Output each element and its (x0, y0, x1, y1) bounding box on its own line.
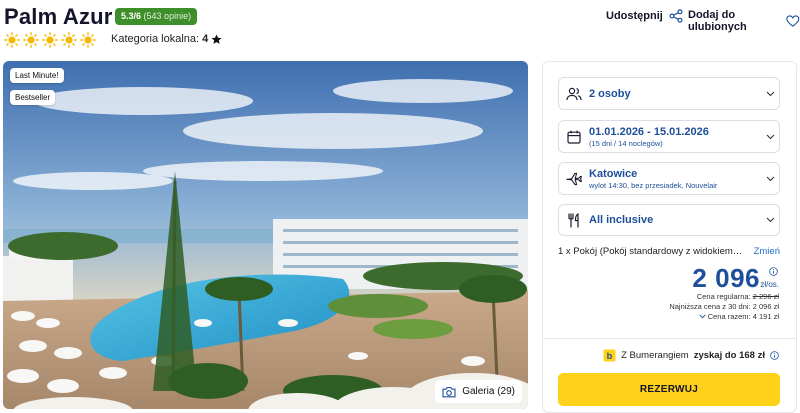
star-icon (211, 34, 222, 44)
favorite-label: Dodaj do ulubionych (688, 9, 747, 33)
booking-panel: 2 osoby 01.01.2026 - 15.01.2026 (15 dni … (542, 61, 797, 413)
total-price-value: 4 191 zł (752, 312, 779, 321)
lowest-price-label: Najniższa cena z 30 dni: (669, 302, 751, 311)
persons-select[interactable]: 2 osoby (558, 77, 780, 110)
bumerang-bonus: zyskaj do 168 zł (693, 350, 765, 361)
cutlery-icon (568, 212, 579, 228)
share-label: Udostępnij (606, 10, 663, 22)
local-category-label: Kategoria lokalna: (111, 33, 200, 45)
price-per-person: 2 096 (692, 263, 760, 293)
info-icon[interactable] (770, 351, 779, 360)
dates-select[interactable]: 01.01.2026 - 15.01.2026 (15 dni / 14 noc… (558, 120, 780, 153)
bestseller-tag: Bestseller (10, 90, 56, 105)
sun-icon (23, 32, 39, 48)
departure-select[interactable]: Katowice wylot 14:30, bez przesiadek, No… (558, 162, 780, 195)
price-unit: zł/os. (760, 280, 779, 289)
gallery-button[interactable]: Galeria (29) (435, 380, 522, 403)
rating-badge[interactable]: 5.3/6 (543 opinie) (115, 8, 198, 25)
regular-price-label: Cena regularna: (696, 292, 751, 301)
board-value: All inclusive (589, 214, 654, 226)
chevron-down-icon (766, 217, 774, 223)
sun-icon (61, 32, 77, 48)
svg-text:b: b (607, 351, 613, 361)
hotel-title: Palm Azur (4, 4, 113, 29)
panel-divider (543, 338, 796, 339)
total-price-label: Cena razem: (707, 312, 751, 321)
departure-value: Katowice (589, 167, 638, 180)
dates-value: 01.01.2026 - 15.01.2026 (589, 125, 709, 138)
sun-icon (42, 32, 58, 48)
camera-icon (442, 386, 456, 397)
persons-value: 2 osoby (589, 87, 631, 100)
bumerang-info: b Z Bumerangiem zyskaj do 168 zł (603, 349, 779, 362)
gallery-label: Galeria (29) (462, 386, 515, 397)
hotel-photo[interactable]: Last Minute! Bestseller Galeria (29) (3, 61, 528, 409)
dates-sub: (15 dni / 14 noclegów) (589, 138, 663, 148)
local-category: Kategoria lokalna: 4 (111, 33, 222, 45)
sun-rating (4, 32, 96, 48)
users-icon (566, 87, 582, 100)
bumerang-logo-icon: b (603, 349, 616, 362)
local-category-value: 4 (202, 33, 209, 45)
room-line: 1 x Pokój (Pokój standardowy z widokiem … (558, 246, 780, 257)
last-minute-tag: Last Minute! (10, 68, 64, 83)
sun-icon (80, 32, 96, 48)
regular-price-line: Cena regularna: 2 296 zł (697, 292, 779, 301)
calendar-icon (567, 130, 581, 144)
board-select[interactable]: All inclusive (558, 204, 780, 236)
plane-icon (566, 172, 582, 185)
rating-score: 5.3/6 (121, 11, 142, 21)
chevron-down-icon (766, 176, 774, 181)
chevron-down-icon (766, 91, 774, 96)
lowest-price-line: Najniższa cena z 30 dni: 2 096 zł (669, 302, 779, 311)
reserve-button[interactable]: REZERWUJ (558, 373, 780, 406)
hotel-photo-image (3, 61, 528, 409)
sun-icon (4, 32, 20, 48)
heart-icon (786, 15, 800, 27)
favorite-button[interactable]: Dodaj do ulubionych (688, 9, 800, 33)
info-icon[interactable] (769, 267, 778, 276)
room-description: 1 x Pokój (Pokój standardowy z widokiem … (558, 246, 743, 257)
share-button[interactable]: Udostępnij (606, 9, 683, 23)
total-price-line[interactable]: Cena razem: 4 191 zł (699, 312, 779, 321)
chevron-down-icon (766, 134, 774, 139)
lowest-price-value: 2 096 zł (752, 302, 779, 311)
room-change-link[interactable]: Zmień (754, 246, 780, 257)
departure-sub: wylot 14:30, bez przesiadek, Nouvelair (589, 180, 718, 190)
rating-count: (543 opinie) (143, 11, 192, 21)
chevron-down-icon (699, 314, 706, 319)
share-icon (669, 9, 683, 23)
regular-price-value: 2 296 zł (752, 292, 779, 301)
bumerang-prefix: Z Bumerangiem (621, 350, 689, 361)
